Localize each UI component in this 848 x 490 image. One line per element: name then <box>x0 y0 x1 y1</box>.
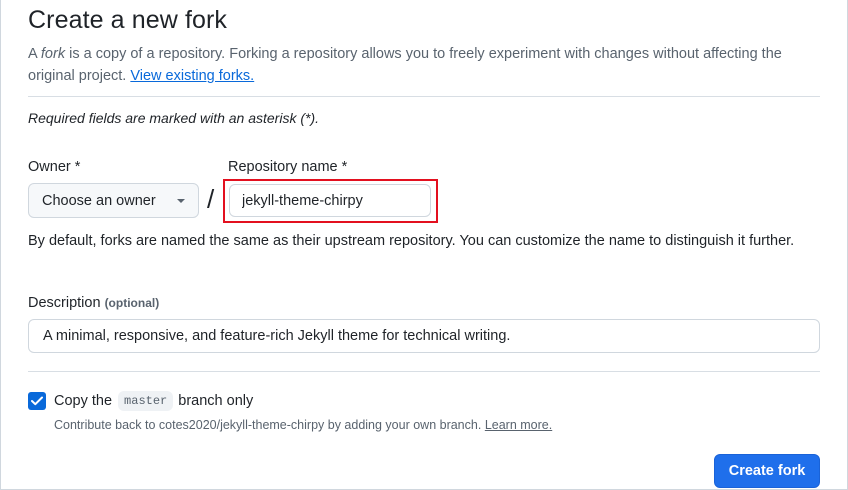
page-title: Create a new fork <box>28 6 228 34</box>
caret-down-icon <box>177 199 185 203</box>
repository-name-input[interactable] <box>229 184 431 217</box>
owner-dropdown[interactable]: Choose an owner <box>28 183 199 218</box>
branch-name-chip: master <box>118 391 174 411</box>
fork-name-help-text: By default, forks are named the same as … <box>28 233 795 249</box>
description-input[interactable] <box>28 319 820 353</box>
optional-tag: (optional) <box>104 296 160 310</box>
owner-label: Owner * <box>28 159 81 175</box>
copy-branch-checkbox[interactable] <box>28 392 46 410</box>
description-label: Description (optional) <box>28 295 160 311</box>
copy-branch-help: Contribute back to cotes2020/jekyll-them… <box>54 418 553 432</box>
divider <box>28 96 820 97</box>
owner-repo-separator: / <box>207 184 215 214</box>
learn-more-link[interactable]: Learn more. <box>485 418 552 432</box>
view-existing-forks-link[interactable]: View existing forks. <box>130 68 254 84</box>
fork-term: fork <box>40 46 66 62</box>
repository-name-label: Repository name * <box>228 159 348 175</box>
required-fields-note: Required fields are marked with an aster… <box>28 110 320 126</box>
create-fork-button[interactable]: Create fork <box>714 454 820 488</box>
owner-dropdown-value: Choose an owner <box>42 192 156 209</box>
copy-branch-label: Copy the master branch only <box>54 391 254 411</box>
intro-text: A fork is a copy of a repository. Forkin… <box>28 46 782 84</box>
divider <box>28 371 820 372</box>
checkmark-icon <box>31 396 43 406</box>
